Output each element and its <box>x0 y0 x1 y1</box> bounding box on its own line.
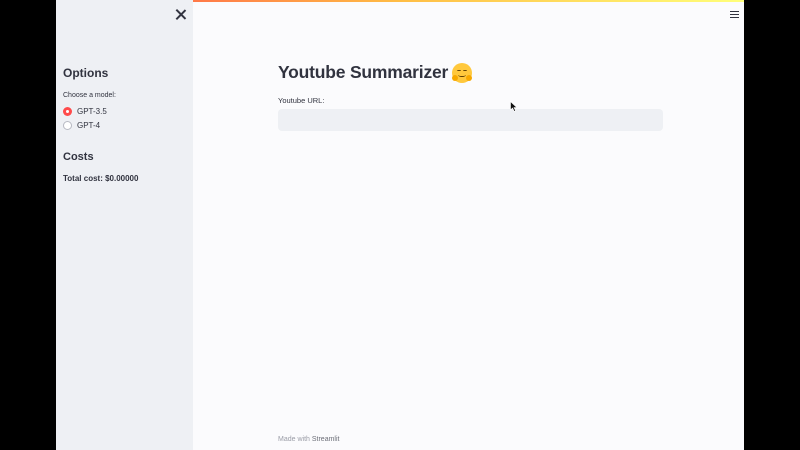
page-title: Youtube Summarizer <box>278 62 449 82</box>
model-option-label: GPT-3.5 <box>77 107 107 116</box>
hamburger-menu-icon[interactable] <box>730 11 739 19</box>
streamlit-link[interactable]: Streamlit <box>312 436 340 443</box>
mouse-cursor-icon <box>510 101 518 112</box>
youtube-url-input[interactable] <box>278 109 663 131</box>
youtube-url-label: Youtube URL: <box>278 96 325 105</box>
radio-unselected-icon[interactable] <box>63 121 72 130</box>
sidebar: Options Choose a model: GPT-3.5 GPT-4 Co… <box>56 0 193 450</box>
total-cost-text: Total cost: $0.00000 <box>63 174 139 183</box>
page-title-row: Youtube Summarizer <box>278 62 473 83</box>
hugging-face-emoji-icon <box>452 62 473 83</box>
radio-selected-icon[interactable] <box>63 107 72 116</box>
model-option-label: GPT-4 <box>77 121 101 130</box>
footer-prefix: Made with <box>278 436 310 443</box>
model-option-gpt-3-5[interactable]: GPT-3.5 <box>63 107 107 116</box>
model-option-gpt-4[interactable]: GPT-4 <box>63 121 100 130</box>
app-window: Options Choose a model: GPT-3.5 GPT-4 Co… <box>56 0 744 450</box>
options-heading: Options <box>63 66 109 80</box>
model-select-label: Choose a model: <box>63 92 116 99</box>
close-sidebar-icon[interactable] <box>175 9 187 21</box>
footer: Made with Streamlit <box>278 436 339 443</box>
costs-heading: Costs <box>63 151 94 163</box>
